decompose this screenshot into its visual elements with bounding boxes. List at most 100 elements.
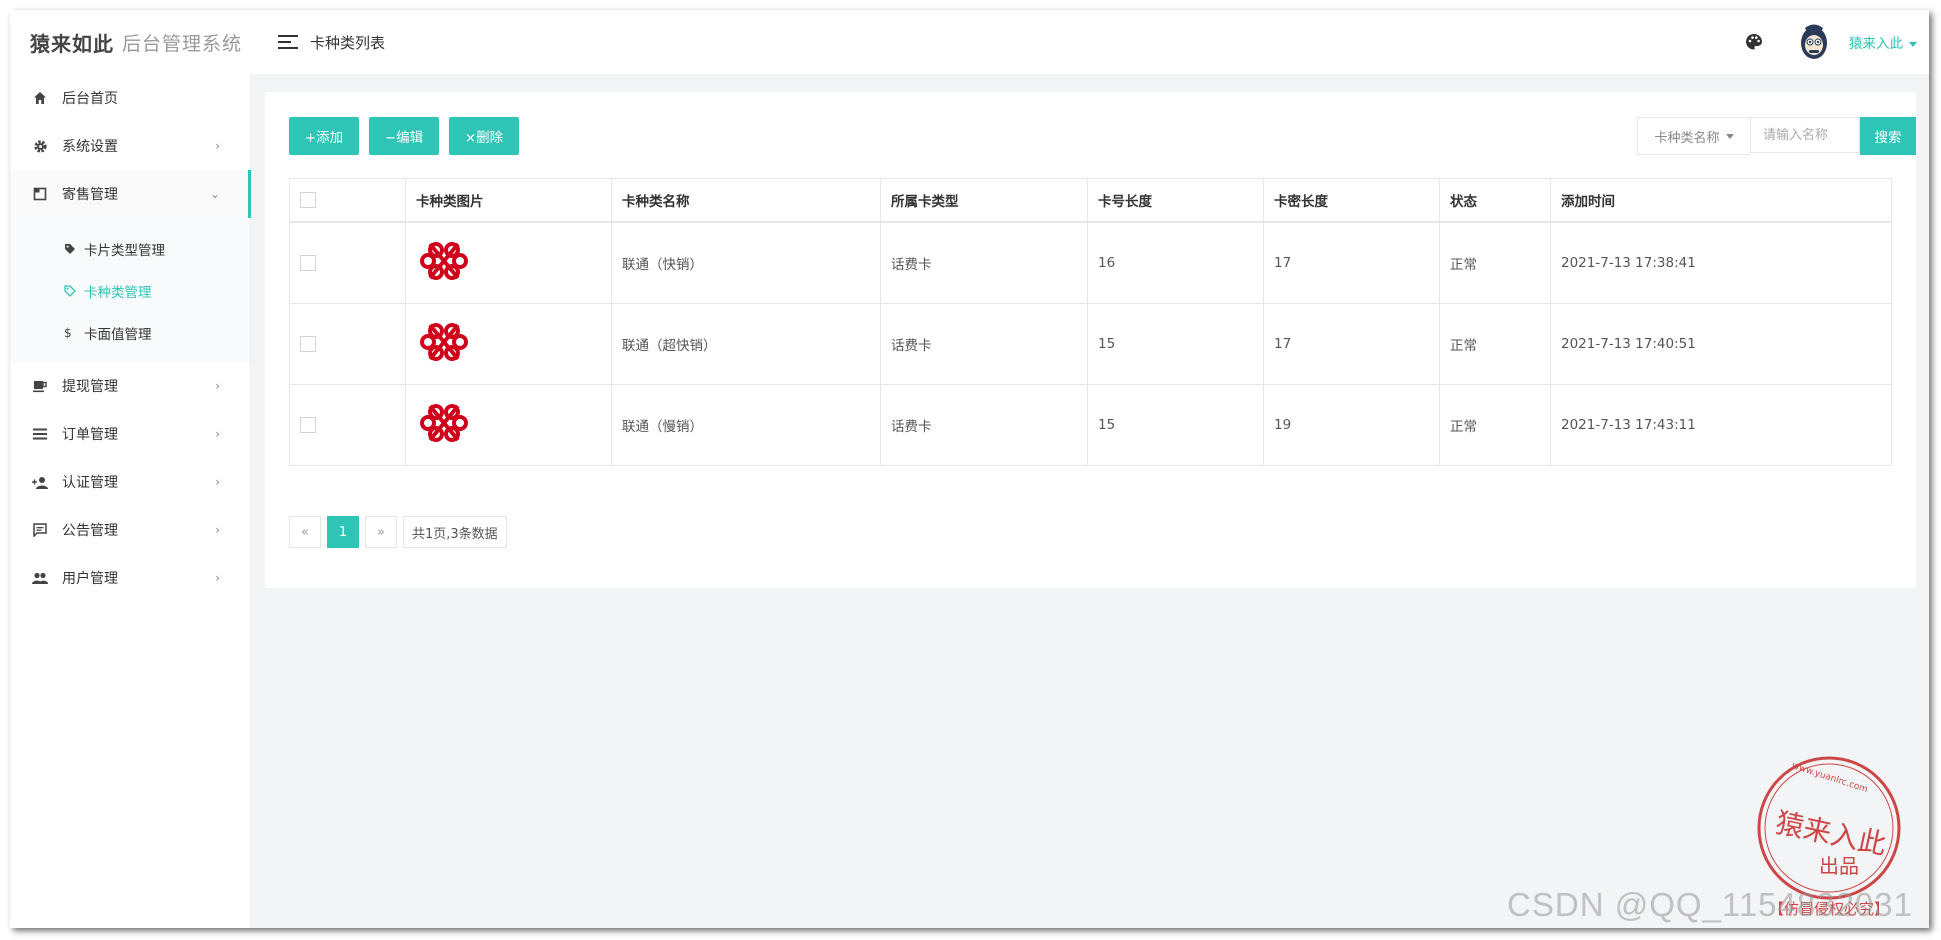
search-button[interactable]: 搜索: [1860, 117, 1916, 155]
chevron-right-icon: ›: [215, 523, 220, 537]
system-name: 后台管理系统: [122, 32, 243, 55]
column-header: 所属卡类型: [880, 178, 1088, 223]
row-checkbox[interactable]: [300, 336, 316, 352]
card-kind-table: 卡种类图片 卡种类名称 所属卡类型 卡号长度 卡密长度 状态 添加时间 联通（快…: [289, 178, 1892, 466]
user-menu[interactable]: 猿来入此: [1849, 32, 1917, 52]
column-header: 卡密长度: [1263, 178, 1440, 223]
logo[interactable]: 猿来如此 后台管理系统: [10, 10, 250, 74]
tag-icon: [64, 243, 78, 255]
next-page-button[interactable]: »: [365, 516, 397, 548]
select-all-checkbox[interactable]: [300, 192, 316, 208]
dollar-icon: $: [64, 326, 72, 340]
avatar[interactable]: [1799, 23, 1829, 61]
sidebar-item-withdraw[interactable]: 提现管理 ›: [10, 362, 250, 410]
type-cell: 话费卡: [880, 303, 1088, 385]
content-card: +添加 −编辑 ×删除 卡种类名称 搜索 卡种类图片 卡种类名称 所属卡类型 卡…: [265, 92, 1916, 588]
row-checkbox[interactable]: [300, 417, 316, 433]
search-input[interactable]: [1750, 117, 1860, 153]
card-length-cell: 15: [1087, 384, 1264, 466]
seal-url: www.yuanlrc.com: [1790, 761, 1869, 795]
sidebar-item-label: 用户管理: [62, 571, 118, 587]
submenu-consignment: 卡片类型管理 卡种类管理 $ 卡面值管理: [10, 218, 250, 362]
column-header: 添加时间: [1550, 178, 1892, 223]
sidebar-subitem-label: 卡面值管理: [84, 327, 152, 343]
sidebar-subitem-card-type[interactable]: 卡片类型管理: [10, 228, 250, 270]
time-cell: 2021-7-13 17:40:51: [1550, 303, 1892, 385]
sidebar-item-home[interactable]: 后台首页: [10, 74, 250, 122]
time-cell: 2021-7-13 17:43:11: [1550, 384, 1892, 466]
tag-outline-icon: [64, 285, 78, 297]
sidebar-item-auth[interactable]: 认证管理 ›: [10, 458, 250, 506]
china-unicom-logo: [420, 242, 468, 280]
name-cell: 联通（超快销）: [611, 303, 881, 385]
page-title: 卡种类列表: [310, 33, 386, 52]
top-header: 卡种类列表 猿来入此: [250, 10, 1929, 74]
delete-button[interactable]: ×删除: [449, 117, 519, 155]
sidebar-subitem-label: 卡片类型管理: [84, 243, 165, 259]
palette-icon[interactable]: [1745, 33, 1763, 51]
sidebar-item-label: 订单管理: [62, 427, 118, 443]
pagination: « 1 » 共1页,3条数据: [289, 516, 507, 548]
sidebar-item-users[interactable]: 用户管理 ›: [10, 554, 250, 602]
sidebar-item-label: 公告管理: [62, 523, 118, 539]
type-cell: 话费卡: [880, 221, 1088, 304]
pagination-info: 共1页,3条数据: [403, 516, 507, 548]
checkbox-cell: [289, 221, 406, 304]
column-header: 状态: [1439, 178, 1551, 223]
chevron-right-icon: ›: [215, 379, 220, 393]
table-header-row: 卡种类图片 卡种类名称 所属卡类型 卡号长度 卡密长度 状态 添加时间: [289, 178, 1892, 223]
sidebar-item-label: 系统设置: [62, 139, 118, 155]
sidebar-item-label: 认证管理: [62, 475, 118, 491]
checkbox-cell: [289, 303, 406, 385]
sidebar-item-label: 后台首页: [62, 91, 118, 107]
column-header: 卡种类名称: [611, 178, 881, 223]
logo-brand-text: 猿来如此: [30, 31, 114, 56]
sidebar-item-consignment[interactable]: 寄售管理 ⌄: [10, 170, 251, 218]
sidebar: 猿来如此 后台管理系统 后台首页 系统设置 › 寄售管理 ⌄ 卡片类型管理 卡种…: [10, 10, 251, 928]
sidebar-subitem-card-value[interactable]: $ 卡面值管理: [10, 312, 250, 354]
cup-icon: [32, 378, 48, 394]
status-cell: 正常: [1439, 221, 1551, 304]
menu-toggle-icon[interactable]: [278, 35, 298, 49]
password-length-cell: 17: [1263, 221, 1440, 304]
search-field-select[interactable]: 卡种类名称: [1637, 117, 1750, 155]
seal-sub: 出品: [1819, 854, 1859, 878]
column-header: 卡号长度: [1087, 178, 1264, 223]
chevron-right-icon: ›: [215, 475, 220, 489]
time-cell: 2021-7-13 17:38:41: [1550, 221, 1892, 304]
gear-icon: [32, 138, 48, 154]
sidebar-item-orders[interactable]: 订单管理 ›: [10, 410, 250, 458]
prev-page-button[interactable]: «: [289, 516, 321, 548]
table-row[interactable]: 联通（快销） 话费卡 16 17 正常 2021-7-13 17:38:41: [289, 221, 1892, 304]
sidebar-item-settings[interactable]: 系统设置 ›: [10, 122, 250, 170]
sidebar-subitem-card-kind[interactable]: 卡种类管理: [10, 270, 250, 312]
column-header: 卡种类图片: [405, 178, 612, 223]
square-icon: [32, 186, 48, 202]
search-field-value: 卡种类名称: [1654, 130, 1720, 146]
table-row[interactable]: 联通（超快销） 话费卡 15 17 正常 2021-7-13 17:40:51: [289, 303, 1892, 385]
chevron-down-icon: ⌄: [209, 187, 220, 201]
status-cell: 正常: [1439, 303, 1551, 385]
page-1-button[interactable]: 1: [327, 516, 359, 548]
edit-button[interactable]: −编辑: [369, 117, 439, 155]
header-checkbox-cell: [289, 178, 406, 223]
home-icon: [32, 90, 48, 106]
app-window: 猿来如此 后台管理系统 后台首页 系统设置 › 寄售管理 ⌄ 卡片类型管理 卡种…: [10, 10, 1929, 928]
china-unicom-logo: [420, 404, 468, 442]
caret-down-icon: [1725, 133, 1734, 139]
list-icon: [32, 426, 48, 442]
card-length-cell: 16: [1087, 221, 1264, 304]
sidebar-subitem-label: 卡种类管理: [84, 285, 152, 301]
type-cell: 话费卡: [880, 384, 1088, 466]
row-checkbox[interactable]: [300, 255, 316, 271]
user-add-icon: [32, 474, 48, 490]
csdn-watermark: CSDN @QQ_1154832031: [1507, 886, 1913, 923]
sidebar-item-notice[interactable]: 公告管理 ›: [10, 506, 250, 554]
table-row[interactable]: 联通（慢销） 话费卡 15 19 正常 2021-7-13 17:43:11: [289, 384, 1892, 466]
status-cell: 正常: [1439, 384, 1551, 466]
add-button[interactable]: +添加: [289, 117, 359, 155]
image-cell: [405, 221, 612, 304]
china-unicom-logo: [420, 323, 468, 361]
users-icon: [32, 570, 48, 586]
comment-icon: [32, 522, 48, 538]
